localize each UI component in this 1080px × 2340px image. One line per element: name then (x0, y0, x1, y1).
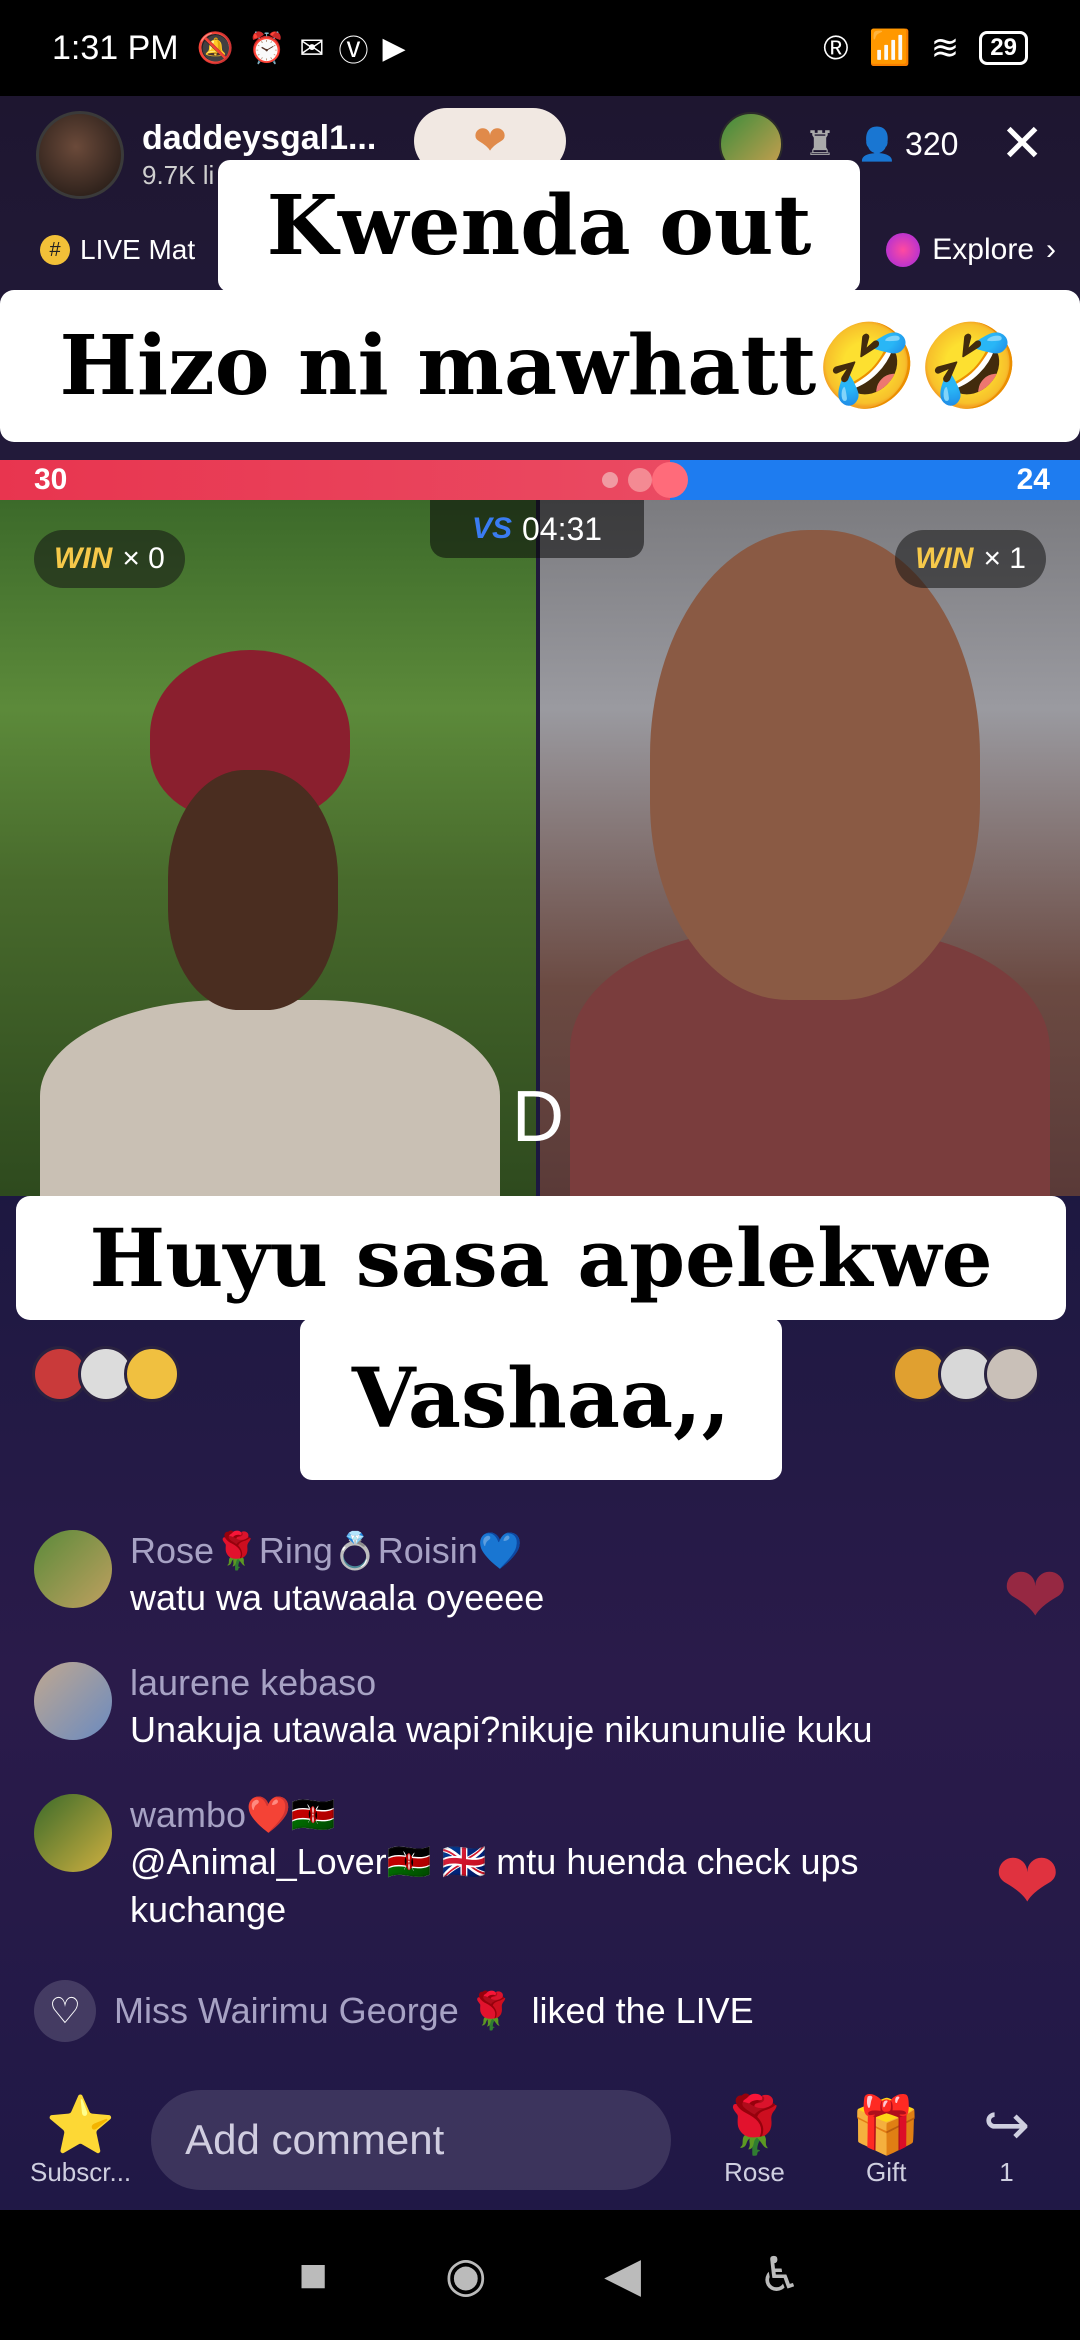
wifi-icon: ≋ (930, 29, 960, 67)
home-icon[interactable]: ◉ (445, 2247, 487, 2303)
comment-item[interactable]: laurene kebaso Unakuja utawala wapi?niku… (34, 1662, 1044, 1754)
gift-button[interactable]: 🎁 Gift (851, 2093, 921, 2188)
caption-line-3: Huyu sasa apelekwe (16, 1196, 1066, 1320)
host-avatar[interactable] (36, 111, 124, 199)
explore-icon (886, 233, 921, 267)
overlay-letter: D (512, 1077, 564, 1157)
commenter-name: wambo❤️🇰🇪 (130, 1794, 336, 1835)
supporter-avatar (124, 1346, 180, 1402)
commenter-avatar[interactable] (34, 1794, 112, 1872)
commenter-name: Rose🌹Ring💍Roisin💙 (130, 1530, 523, 1571)
chevron-right-icon: › (1046, 233, 1056, 266)
rose-icon: 🌹 (719, 2092, 790, 2156)
score-left: 30 (34, 463, 68, 496)
floating-heart-icon: ❤ (1002, 1551, 1068, 1639)
back-icon[interactable]: ◀ (604, 2247, 641, 2303)
share-icon: ↪ (983, 2092, 1030, 2156)
comment-input[interactable]: Add comment (151, 2090, 672, 2190)
floating-heart-icon: ❤ (994, 1837, 1060, 1925)
timer-text: 04:31 (521, 510, 603, 547)
system-nav-bar: ■ ◉ ◀ ♿ (0, 2210, 1080, 2340)
live-match-pill[interactable]: # LIVE Mat (40, 234, 195, 266)
comment-text: Unakuja utawala wapi?nikuje nikununulie … (130, 1709, 873, 1750)
comment-text: @Animal_Lover🇰🇪 🇬🇧 mtu huenda check ups … (130, 1841, 859, 1930)
subscribe-button[interactable]: ⭐ Subscr... (30, 2093, 131, 2188)
gift-icon: 🎁 (851, 2092, 922, 2156)
battery-indicator: 29 (979, 31, 1028, 65)
liker-name: Miss Wairimu George 🌹 (114, 1990, 514, 2031)
host-name: daddeysgal1... (142, 119, 377, 157)
star-icon: ⭐ (45, 2092, 116, 2156)
score-bar-red (0, 460, 688, 500)
liked-notification: ♡ Miss Wairimu George 🌹 liked the LIVE (34, 1980, 754, 2042)
commenter-avatar[interactable] (34, 1530, 112, 1608)
video-icon: ▶ (382, 31, 406, 65)
comment-item[interactable]: Rose🌹Ring💍Roisin💙 watu wa utawaala oyeee… (34, 1530, 1044, 1622)
left-host-body (40, 1000, 500, 1196)
rose-gift-button[interactable]: 🌹 Rose (720, 2093, 790, 2188)
status-bar: 1:31 PM 🔕 ⏰ ✉ Ⓥ ▶ ® 📶 ≋ 29 (0, 0, 1080, 96)
comment-feed: Rose🌹Ring💍Roisin💙 watu wa utawaala oyeee… (34, 1530, 1044, 1974)
seat-icon[interactable]: ♜ (805, 124, 835, 164)
mail-icon: ✉ (299, 31, 325, 65)
score-right: 24 (1016, 463, 1050, 496)
comment-item[interactable]: wambo❤️🇰🇪 @Animal_Lover🇰🇪 🇬🇧 mtu huenda … (34, 1794, 1044, 1934)
heart-outline-icon: ♡ (34, 1980, 96, 2042)
mute-icon: 🔕 (196, 31, 234, 65)
vs-icon: VS (471, 512, 512, 545)
left-supporters[interactable] (32, 1346, 180, 1402)
close-icon[interactable]: ✕ (1000, 114, 1044, 174)
registered-icon: ® (823, 28, 849, 67)
caption-line-4: Vashaa,, (300, 1318, 782, 1480)
status-time: 1:31 PM (52, 28, 179, 67)
heart-icon: ❤ (473, 119, 507, 163)
app-v-icon: Ⓥ (338, 35, 369, 68)
person-icon: 👤 (857, 126, 898, 162)
liked-action: liked the LIVE (531, 1990, 754, 2031)
supporter-avatar (984, 1346, 1040, 1402)
explore-button[interactable]: Explore › (886, 233, 1056, 267)
right-supporters[interactable] (892, 1346, 1040, 1402)
signal-icon: 📶 (868, 29, 911, 67)
accessibility-icon[interactable]: ♿ (758, 2247, 801, 2303)
battle-timer: VS 04:31 (430, 500, 644, 558)
caption-line-1: Kwenda out (218, 160, 860, 292)
recents-icon[interactable]: ■ (299, 2248, 328, 2303)
commenter-avatar[interactable] (34, 1662, 112, 1740)
left-host-face (168, 770, 338, 1010)
win-badge-left: WIN × 0 (34, 530, 185, 588)
video-right-opponent[interactable] (540, 500, 1080, 1196)
video-left-host[interactable] (0, 500, 536, 1196)
right-host-face (650, 530, 980, 1000)
alarm-icon: ⏰ (247, 31, 286, 65)
commenter-name: laurene kebaso (130, 1662, 377, 1703)
hashtag-icon: # (40, 235, 70, 265)
viewer-count[interactable]: 👤 320 (857, 125, 958, 163)
share-button[interactable]: ↪ 1 (983, 2093, 1030, 2188)
comment-text: watu wa utawaala oyeeee (130, 1577, 545, 1618)
caption-line-2: Hizo ni mawhatt🤣🤣 (0, 290, 1080, 442)
win-badge-right: WIN × 1 (895, 530, 1046, 588)
bottom-action-bar: ⭐ Subscr... Add comment 🌹 Rose 🎁 Gift ↪ … (0, 2070, 1080, 2210)
battle-score-bar: 30 24 (0, 460, 1080, 500)
